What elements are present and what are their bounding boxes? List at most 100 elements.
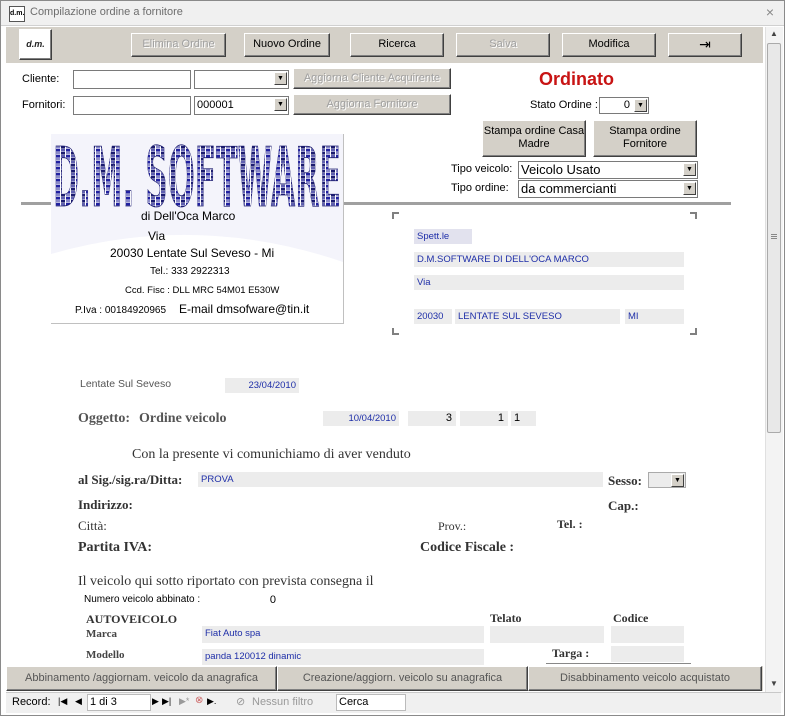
tipo-veicolo-combo[interactable]: Veicolo Usato ▼ <box>518 161 698 179</box>
autoveicolo-label: AUTOVEICOLO <box>86 612 178 626</box>
recipient-corner-tr <box>690 212 697 219</box>
chevron-down-icon[interactable]: ▼ <box>274 72 287 85</box>
indirizzo-label: Indirizzo: <box>78 497 133 512</box>
creazione-veicolo-button[interactable]: Creazione/aggiorn. veicolo su anagrafica <box>277 666 528 691</box>
tipo-veicolo-value: Veicolo Usato <box>521 162 601 177</box>
recipient-company[interactable]: D.M.SOFTWARE DI DELL'OCA MARCO <box>414 252 684 267</box>
status-title: Ordinato <box>539 69 614 89</box>
cliente-combo[interactable]: ▼ <box>194 70 289 89</box>
fornitori-combo[interactable]: 000001 ▼ <box>194 96 289 115</box>
filter-icon[interactable]: ⊘ <box>236 695 245 708</box>
abbinamento-button[interactable]: Abbinamento /aggiornam. veicolo da anagr… <box>6 666 277 691</box>
sesso-combo[interactable]: ▼ <box>648 472 686 488</box>
tipo-ordine-value: da commercianti <box>521 181 617 196</box>
cap-label: Cap.: <box>608 498 639 513</box>
recipient-corner-tl <box>392 212 399 219</box>
chevron-down-icon[interactable]: ▼ <box>274 98 287 111</box>
app-icon: d.m. <box>9 6 25 22</box>
stampa-fornitore-button[interactable]: Stampa ordine Fornitore <box>593 120 697 157</box>
letter-date[interactable]: 23/04/2010 <box>225 378 299 393</box>
tipo-veicolo-label: Tipo veicolo: <box>451 163 513 175</box>
sig-value[interactable]: PROVA <box>198 472 603 487</box>
modifica-button[interactable]: Modifica <box>562 33 656 57</box>
aggiorna-cliente-button[interactable]: Aggiorna Cliente Acquirente <box>293 68 451 89</box>
logo-city: 20030 Lentate Sul Seveso - Mi <box>110 246 275 260</box>
targa-label: Targa : <box>552 646 590 660</box>
prev-record-icon[interactable]: ◀ <box>75 696 82 707</box>
vertical-scrollbar[interactable]: ▲ ▼ <box>765 27 783 693</box>
stato-ordine-combo[interactable]: 0 ▼ <box>599 97 649 114</box>
cliente-label: Cliente: <box>22 73 60 85</box>
stato-ordine-label: Stato Ordine : <box>530 99 598 111</box>
logo-cf: Ccd. Fisc : DLL MRC 54M01 E530W <box>125 285 280 296</box>
scrollbar-thumb[interactable] <box>767 43 781 433</box>
codice-field[interactable] <box>611 626 684 643</box>
window-title: Compilazione ordine a fornitore <box>30 6 183 18</box>
targa-field[interactable] <box>611 646 684 662</box>
oggetto-num[interactable]: 3 <box>408 411 456 426</box>
record-position-input[interactable]: 1 di 3 <box>87 694 151 711</box>
disabbinamento-button[interactable]: Disabbinamento veicolo acquistato <box>528 666 762 691</box>
tipo-ordine-combo[interactable]: da commercianti ▼ <box>518 180 698 198</box>
telaio-label: Telato <box>490 611 522 625</box>
oggetto-date[interactable]: 10/04/2010 <box>323 411 399 426</box>
marca-label: Marca <box>86 628 117 640</box>
fornitori-input[interactable] <box>73 96 191 115</box>
logo-button[interactable]: d.m. <box>19 29 52 60</box>
telaio-field[interactable] <box>490 626 604 643</box>
numero-veicolo-value[interactable]: 0 <box>217 593 280 608</box>
marca-value[interactable]: Fiat Auto spa <box>202 626 484 643</box>
chevron-down-icon[interactable]: ▼ <box>671 474 684 487</box>
save-record-icon[interactable]: ▶. <box>207 696 216 707</box>
consegna-text: Il veicolo qui sotto riportato con previ… <box>78 574 374 589</box>
recipient-corner-bl <box>392 328 399 335</box>
stampa-casa-madre-button[interactable]: Stampa ordine Casa Madre <box>482 120 586 157</box>
record-navigation-bar: Record: |◀ ◀ 1 di 3 ▶ ▶| ▶* ⊗ ▶. ⊘ Nessu… <box>6 692 781 713</box>
first-record-icon[interactable]: |◀ <box>58 696 67 707</box>
oggetto-label: Oggetto: <box>78 411 131 426</box>
elimina-ordine-button[interactable]: Elimina Ordine <box>131 33 226 57</box>
recipient-prov[interactable]: MI <box>625 309 684 324</box>
aggiorna-fornitore-button[interactable]: Aggiorna Fornitore <box>293 94 451 115</box>
recipient-cap[interactable]: 20030 <box>414 309 452 324</box>
chevron-down-icon[interactable]: ▼ <box>683 163 696 176</box>
oggetto-a[interactable]: 1 <box>460 411 508 426</box>
stampa-fornitore-label: Stampa ordine Fornitore <box>609 125 681 150</box>
exit-button[interactable]: ⇥ <box>668 33 742 57</box>
oggetto-b[interactable]: 1 <box>511 411 536 426</box>
scroll-up-icon[interactable]: ▲ <box>766 27 782 41</box>
filter-status[interactable]: Nessun filtro <box>252 696 313 708</box>
chevron-down-icon[interactable]: ▼ <box>683 182 696 195</box>
modello-value[interactable]: panda 120012 dinamic <box>202 649 484 665</box>
close-icon[interactable]: × <box>766 4 774 20</box>
dm-logo-icon: d.m. <box>26 39 45 49</box>
next-record-icon[interactable]: ▶ <box>152 696 159 707</box>
oggetto-text: Ordine veicolo <box>139 411 227 426</box>
modello-label: Modello <box>86 649 125 661</box>
nuovo-ordine-button[interactable]: Nuovo Ordine <box>244 33 330 57</box>
record-search-input[interactable]: Cerca <box>336 694 406 711</box>
salva-button[interactable]: Salva <box>456 33 550 57</box>
company-logo: D.M. SOFTWARE di Dell'Oca Marco Via 2003… <box>51 134 344 324</box>
recipient-via[interactable]: Via <box>414 275 684 290</box>
record-label: Record: <box>12 696 51 708</box>
ricerca-button[interactable]: Ricerca <box>350 33 444 57</box>
recipient-spett[interactable]: Spett.le <box>414 229 472 244</box>
new-record-icon[interactable]: ▶* <box>179 696 189 707</box>
prov-label: Prov.: <box>438 519 467 533</box>
tipo-ordine-label: Tipo ordine: <box>451 182 509 194</box>
last-record-icon[interactable]: ▶| <box>162 696 171 707</box>
logo-tel: Tel.: 333 2922313 <box>150 266 230 277</box>
logo-email: E-mail dmsofware@tin.it <box>179 302 310 316</box>
recipient-city[interactable]: LENTATE SUL SEVESO <box>455 309 620 324</box>
recipient-corner-br <box>690 328 697 335</box>
cliente-input[interactable] <box>73 70 191 89</box>
cf-label: Codice Fiscale : <box>420 540 515 555</box>
delete-record-icon[interactable]: ⊗ <box>195 695 203 706</box>
scroll-down-icon[interactable]: ▼ <box>766 677 782 691</box>
fornitori-label: Fornitori: <box>22 99 66 111</box>
sesso-label: Sesso: <box>608 473 642 488</box>
letter-intro: Con la presente vi comunichiamo di aver … <box>132 447 411 462</box>
exit-door-icon: ⇥ <box>699 36 711 52</box>
chevron-down-icon[interactable]: ▼ <box>634 99 647 112</box>
